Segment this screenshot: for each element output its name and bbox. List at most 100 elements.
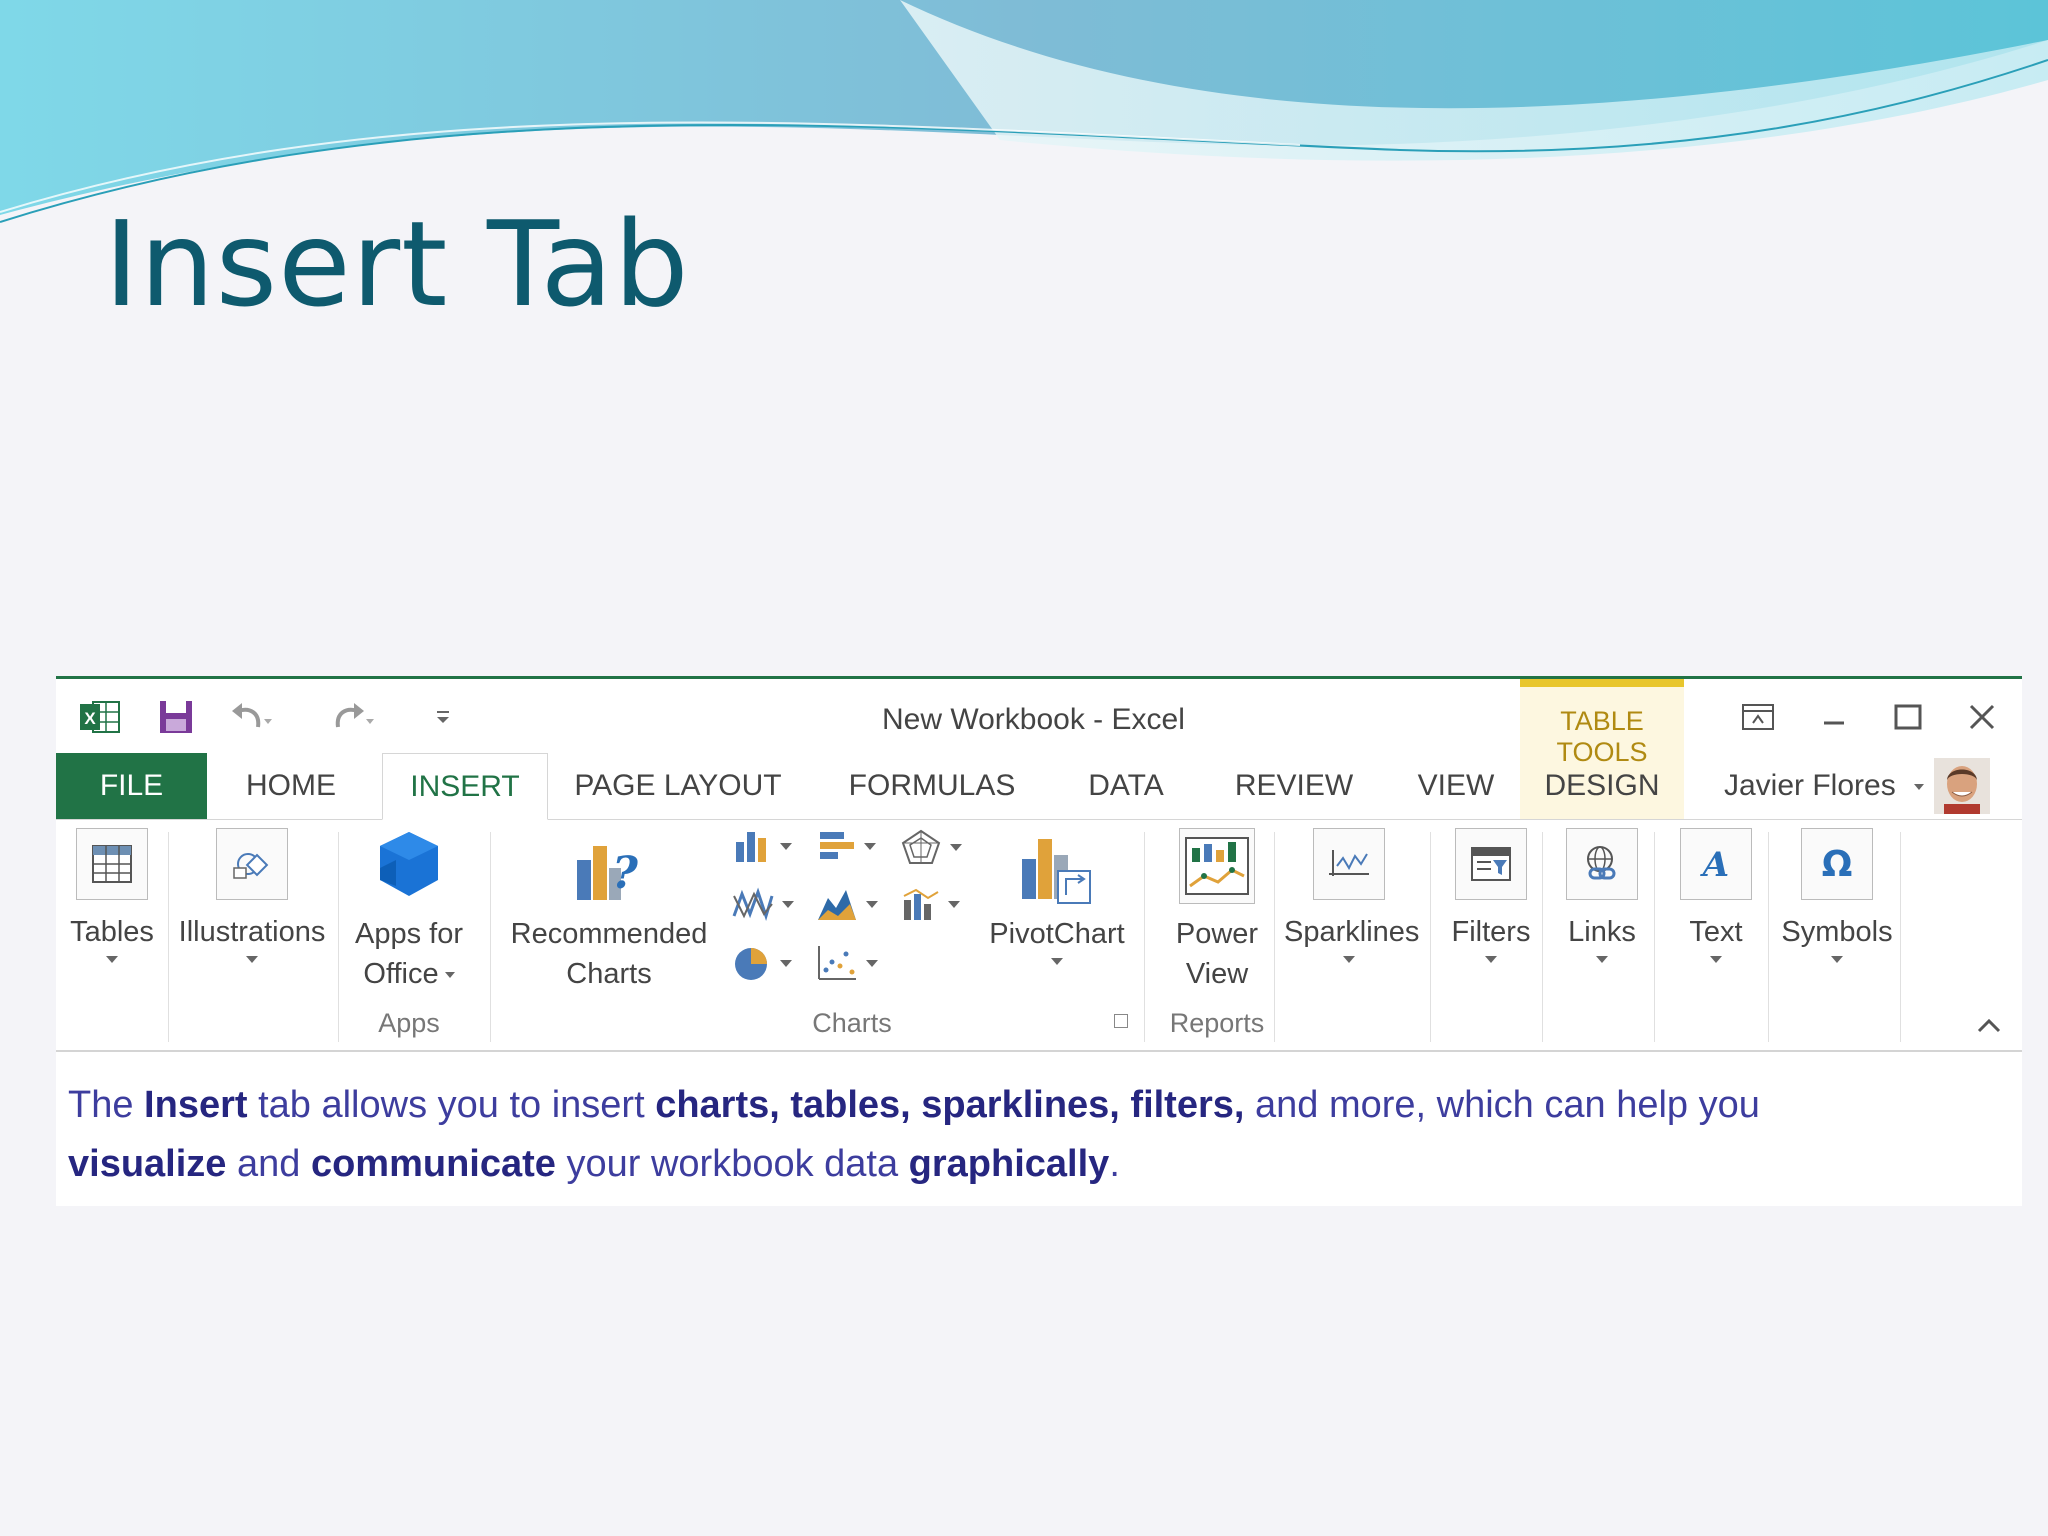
illustrations-button[interactable]: Illustrations <box>172 828 332 963</box>
sparklines-button[interactable]: Sparklines <box>1284 828 1420 963</box>
illustrations-icon <box>216 828 288 900</box>
separator <box>1144 832 1145 1042</box>
insert-tab-description: The Insert tab allows you to insert char… <box>68 1076 1968 1194</box>
redo-icon[interactable] <box>328 699 378 735</box>
tab-insert[interactable]: INSERT <box>382 753 548 820</box>
customize-qat-icon[interactable] <box>428 699 458 735</box>
desc-text: The <box>68 1084 145 1126</box>
desc-text: your workbook data <box>555 1143 909 1185</box>
scatter-chart-icon <box>818 946 856 980</box>
radar-chart-icon <box>901 829 941 864</box>
scatter-chart-dropdown-icon <box>866 959 878 967</box>
illustrations-label: Illustrations <box>178 916 326 948</box>
group-label-reports: Reports <box>1169 1008 1265 1038</box>
column-chart-icon <box>736 832 766 862</box>
table-icon <box>76 828 148 900</box>
desc-emphasis: communicate <box>310 1143 556 1185</box>
text-dropdown-icon <box>1710 956 1722 963</box>
tab-formulas[interactable]: FORMULAS <box>842 753 1022 819</box>
collapse-ribbon-icon[interactable] <box>1976 1016 2002 1039</box>
separator <box>1274 832 1275 1042</box>
filters-dropdown-icon <box>1485 956 1497 963</box>
desc-text: tab allows you to insert <box>247 1084 656 1126</box>
tab-review[interactable]: REVIEW <box>1230 753 1358 819</box>
links-button[interactable]: Links <box>1552 828 1652 963</box>
table-tools-accent <box>1520 679 1684 687</box>
tables-button[interactable]: Tables <box>62 828 162 963</box>
filters-button[interactable]: Filters <box>1436 828 1546 963</box>
ribbon-display-options-icon[interactable] <box>1738 697 1778 737</box>
text-button[interactable]: A Text <box>1666 828 1766 963</box>
separator <box>490 832 491 1042</box>
separator <box>1768 832 1769 1042</box>
separator <box>1430 832 1431 1042</box>
tab-design[interactable]: DESIGN <box>1530 753 1674 819</box>
tab-view[interactable]: VIEW <box>1408 753 1504 819</box>
tab-data[interactable]: DATA <box>1078 753 1174 819</box>
separator <box>338 832 339 1042</box>
pie-chart-dropdown-icon <box>780 959 792 967</box>
excel-logo-icon[interactable]: X <box>78 699 122 735</box>
pivotchart-label: PivotChart <box>989 918 1125 950</box>
desc-emphasis: graphically <box>908 1143 1110 1185</box>
svg-text:A: A <box>1700 845 1729 884</box>
area-chart-icon <box>818 890 856 920</box>
radar-chart-button[interactable] <box>900 828 962 866</box>
scatter-chart-button[interactable] <box>816 944 878 982</box>
power-view-button[interactable]: Power View <box>1152 828 1282 994</box>
svg-text:?: ? <box>612 848 639 899</box>
line-chart-button[interactable] <box>732 886 794 922</box>
tab-home[interactable]: HOME <box>226 753 356 819</box>
illustrations-dropdown-icon <box>246 956 258 963</box>
desc-emphasis: visualize <box>68 1143 227 1185</box>
slide-title: Insert Tab <box>104 195 690 333</box>
pivotchart-button[interactable]: PivotChart <box>982 828 1132 965</box>
sparklines-label: Sparklines <box>1284 916 1420 948</box>
group-label-apps: Apps <box>378 1008 440 1038</box>
filters-icon <box>1455 828 1527 900</box>
maximize-icon[interactable] <box>1888 697 1928 737</box>
recommended-charts-button[interactable]: ? Recommended Charts <box>504 828 714 994</box>
desc-emphasis: charts, tables, sparklines, filters, <box>655 1084 1245 1126</box>
sparklines-dropdown-icon <box>1343 956 1355 963</box>
tab-page-layout[interactable]: PAGE LAYOUT <box>568 753 788 819</box>
symbols-button[interactable]: Ω Symbols <box>1772 828 1902 963</box>
apps-label-office: Office <box>363 958 439 990</box>
desc-text: and more, which can help you <box>1244 1084 1760 1126</box>
line-chart-dropdown-icon <box>782 900 794 908</box>
title-bar: X New Workbook - Excel TABLE TOOLS <box>56 679 2022 829</box>
minimize-icon[interactable] <box>1814 697 1854 737</box>
pie-chart-button[interactable] <box>732 944 792 982</box>
area-chart-button[interactable] <box>816 886 878 922</box>
power-view-label-line1: Power <box>1175 918 1259 950</box>
bar-chart-button[interactable] <box>816 828 876 864</box>
user-name: Javier Flores <box>1724 769 1896 802</box>
column-chart-button[interactable] <box>732 828 792 864</box>
window-title: New Workbook - Excel <box>882 703 1185 736</box>
save-icon[interactable] <box>156 699 196 735</box>
account-name[interactable]: Javier Flores <box>1724 769 1924 803</box>
bar-chart-icon <box>820 832 854 859</box>
symbols-icon: Ω <box>1801 828 1873 900</box>
symbols-label: Symbols <box>1781 916 1893 948</box>
apps-label-line1: Apps for <box>355 918 463 950</box>
close-icon[interactable] <box>1962 697 2002 737</box>
tab-file[interactable]: FILE <box>56 753 207 819</box>
area-chart-dropdown-icon <box>866 900 878 908</box>
combo-chart-dropdown-icon <box>948 900 960 908</box>
pie-chart-icon <box>735 948 767 980</box>
undo-icon[interactable] <box>226 699 276 735</box>
separator <box>168 832 169 1042</box>
svg-text:Ω: Ω <box>1822 844 1853 884</box>
group-label-charts: Charts <box>812 1008 892 1038</box>
pivotchart-icon <box>1017 828 1097 908</box>
combo-chart-button[interactable] <box>900 886 960 922</box>
sparklines-icon <box>1313 828 1385 900</box>
separator <box>1654 832 1655 1042</box>
text-icon: A <box>1680 828 1752 900</box>
avatar[interactable] <box>1934 758 1990 814</box>
charts-dialog-launcher-icon[interactable] <box>1114 1014 1128 1028</box>
recommended-label-line2: Charts <box>566 958 652 990</box>
apps-for-office-button[interactable]: Apps for Office <box>346 828 472 994</box>
desc-emphasis: Insert <box>144 1084 248 1126</box>
